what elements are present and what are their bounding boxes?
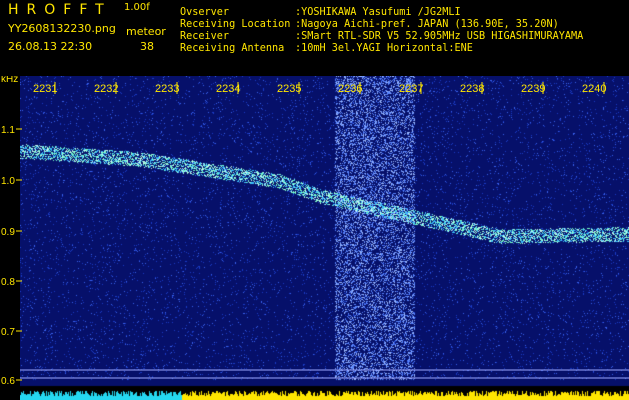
x-tick-label: 2232 [94,83,118,95]
x-tick-label: 2237 [399,83,423,95]
observer-value: :YOSHIKAWA Yasufumi /JG2MLI [295,7,461,18]
receiver-value: :SMart RTL-SDR V5 52.905MHz USB HIGASHIM… [295,31,584,42]
antenna-key: Receiving Antenna [180,43,285,54]
spectrogram-axes: kHz 2231 2232 2233 2234 2235 2236 2237 2238 2239… [1,76,629,387]
receiver-row: Receiver :SMart RTL-SDR V5 52.905MHz USB … [180,31,583,42]
y-tick-label: 0.9 [1,227,15,238]
spectrogram-panel: kHz 2231 2232 2233 2234 2235 2236 2237 2238 2239… [0,76,629,400]
y-tick-label: 0.7 [1,327,15,338]
location-row: Receiving Location :Nagoya Aichi-pref. JA… [180,19,559,30]
x-tick-label: 2239 [521,83,545,95]
y-tick-label: 0.8 [1,277,15,288]
timestamp: 26.08.13 22:30 [8,40,93,53]
antenna-value: :10mH 3el.YAGI Horizontal:ENE [295,43,473,54]
y-unit-label: kHz [1,76,18,85]
x-tick-label: 2236 [338,83,362,95]
x-tick-label: 2240 [582,83,606,95]
location-value: :Nagoya Aichi-pref. JAPAN (136.90E, 35.2… [295,19,559,30]
header-panel: HROFFT 1.00f YY2608132230.png 26.08.13 2… [0,0,629,76]
location-key: Receiving Location [180,19,291,30]
y-tick-label: 1.1 [1,125,15,136]
x-tick-label: 2234 [216,83,240,95]
meteor-count: 38 [140,40,154,53]
x-tick-label: 2233 [155,83,179,95]
x-tick-label: 2231 [33,83,57,95]
app-title: HROFFT [8,2,112,18]
antenna-row: Receiving Antenna :10mH 3el.YAGI Horizont… [180,43,473,54]
receiver-key: Receiver [180,31,230,42]
mode-label: meteor [126,25,166,38]
x-tick-label: 2238 [460,83,484,95]
y-tick-label: 1.0 [1,176,15,187]
y-tick-label: 0.6 [1,376,15,387]
observer-row: Ovserver :YOSHIKAWA Yasufumi /JG2MLI [180,7,461,18]
app-version: 1.00f [124,2,150,13]
x-tick-label: 2235 [277,83,301,95]
observer-key: Ovserver [180,7,230,18]
file-name: YY2608132230.png [8,22,116,35]
